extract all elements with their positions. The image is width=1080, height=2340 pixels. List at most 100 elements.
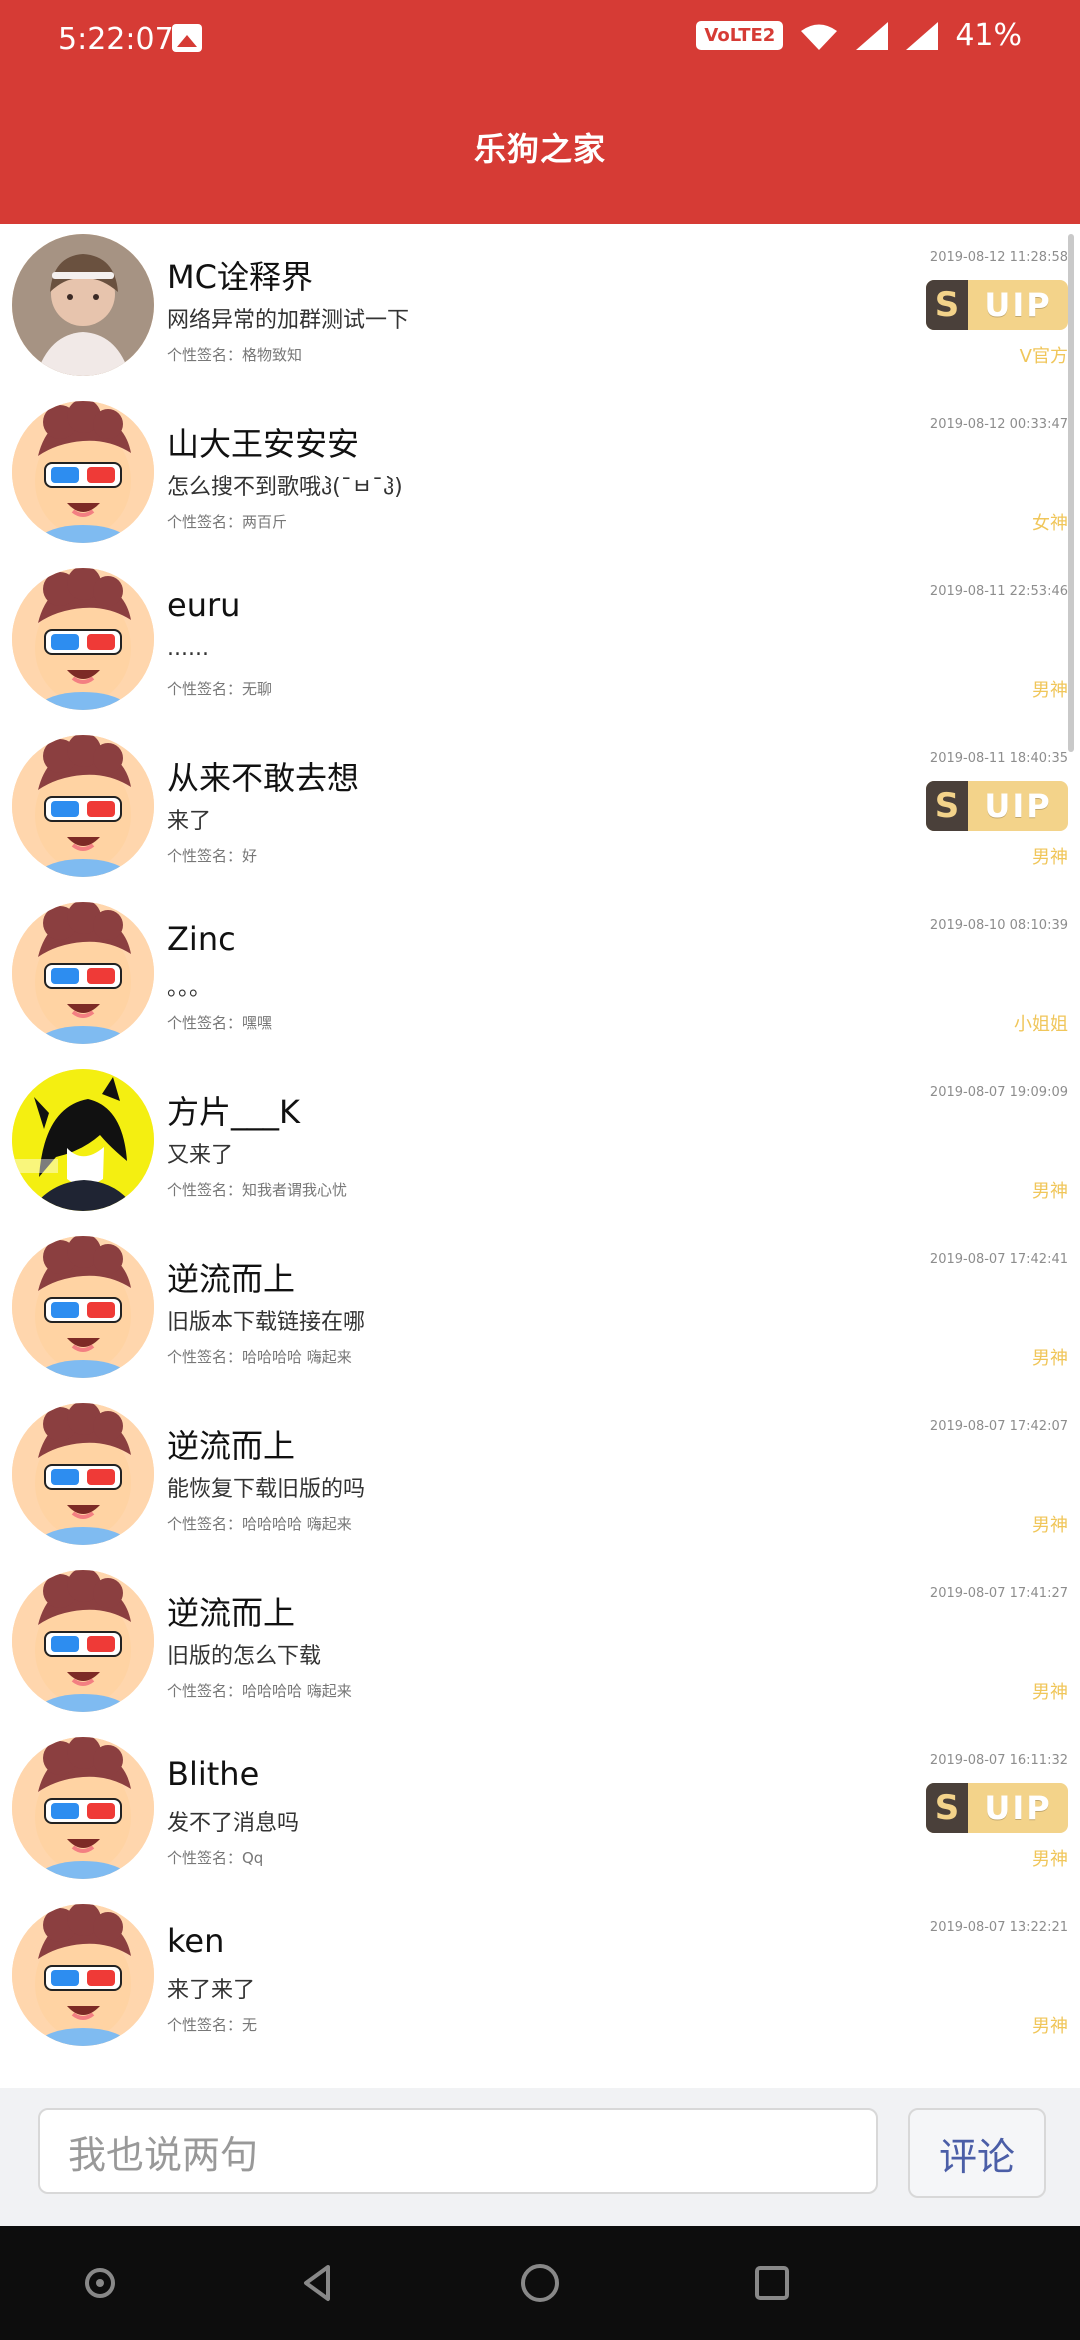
commenter-name: 逆流而上	[167, 1260, 296, 1298]
avatar[interactable]	[12, 1403, 154, 1545]
commenter-signature: 个性签名：无	[167, 2016, 258, 2034]
commenter-name: Zinc	[167, 920, 236, 958]
home-icon[interactable]	[516, 2259, 564, 2307]
avatar[interactable]	[12, 1069, 154, 1211]
comment-composer: 我也说两句 评论	[0, 2088, 1080, 2226]
scrollbar[interactable]	[1068, 234, 1074, 752]
recents-icon[interactable]	[748, 2259, 796, 2307]
commenter-signature: 个性签名：哈哈哈哈 嗨起来	[167, 1348, 352, 1366]
comment-row[interactable]: 从来不敢去想来了个性签名：好 2019-08-11 18:40:35 S UIP 男神	[0, 725, 1080, 892]
comment-row[interactable]: 逆流而上旧版本下载链接在哪个性签名：哈哈哈哈 嗨起来 2019-08-07 17:…	[0, 1226, 1080, 1393]
commenter-signature: 个性签名：Qq	[167, 1849, 264, 1867]
commenter-name: 山大王安安安	[167, 425, 360, 463]
comment-message: 来了来了	[167, 1978, 256, 2003]
navigation-bar	[0, 2226, 1080, 2340]
commenter-signature: 个性签名：哈哈哈哈 嗨起来	[167, 1515, 352, 1533]
comment-row[interactable]: 山大王安安安怎么搜不到歌哦ჰ(¯ㅂ¯ჰ) 个性签名：两百斤 2019-08-12 0…	[0, 391, 1080, 558]
commenter-signature: 个性签名：嘿嘿	[167, 1014, 273, 1032]
comment-row[interactable]: 方片___K 又来了个性签名：知我者谓我心忧 2019-08-07 19:09:09…	[0, 1059, 1080, 1226]
user-role-badge: 男神	[1032, 847, 1068, 868]
avatar[interactable]	[12, 902, 154, 1044]
comment-time: 2019-08-07 17:41:27	[929, 1586, 1068, 1601]
comment-message: 。。。	[167, 976, 212, 1001]
avatar[interactable]	[12, 1904, 154, 2046]
avatar[interactable]	[12, 1236, 154, 1378]
status-time: 5:22:07	[58, 22, 174, 57]
comment-row[interactable]: 逆流而上旧版的怎么下载个性签名：哈哈哈哈 嗨起来 2019-08-07 17:41…	[0, 1560, 1080, 1727]
comment-time: 2019-08-07 17:42:07	[929, 1419, 1068, 1434]
comment-message: 旧版本下载链接在哪	[167, 1310, 366, 1335]
comment-time: 2019-08-07 19:09:09	[929, 1085, 1068, 1100]
signal-icon-secondary	[905, 21, 939, 51]
commenter-name: Blithe	[167, 1755, 260, 1793]
comment-button[interactable]: 评论	[908, 2108, 1046, 2198]
app-bar: 乐狗之家	[0, 84, 1080, 224]
avatar[interactable]	[12, 735, 154, 877]
comment-time: 2019-08-07 17:42:41	[929, 1252, 1068, 1267]
avatar[interactable]	[12, 1737, 154, 1879]
photo-icon	[172, 24, 202, 52]
comment-time: 2019-08-07 13:22:21	[929, 1920, 1068, 1935]
avatar[interactable]	[12, 1570, 154, 1712]
commenter-signature: 个性签名：哈哈哈哈 嗨起来	[167, 1682, 352, 1700]
comment-message: 怎么搜不到歌哦ჰ(¯ㅂ¯ჰ)	[167, 475, 403, 500]
comment-time: 2019-08-12 11:28:58	[929, 250, 1068, 265]
commenter-name: ken	[167, 1922, 225, 1960]
comment-message: 网络异常的加群测试一下	[167, 308, 410, 333]
commenter-name: 逆流而上	[167, 1427, 296, 1465]
comment-row[interactable]: euru...... 个性签名：无聊 2019-08-11 22:53:46 男神	[0, 558, 1080, 725]
commenter-signature: 个性签名：两百斤	[167, 513, 288, 531]
battery-percent: 41%	[955, 18, 1022, 53]
commenter-signature: 个性签名：知我者谓我心忧	[167, 1181, 348, 1199]
partial-next-row	[0, 2061, 1080, 2067]
user-role-badge: 男神	[1032, 1181, 1068, 1202]
page-title: 乐狗之家	[473, 130, 606, 168]
back-icon[interactable]	[294, 2259, 342, 2307]
vip-label: UIP	[984, 1789, 1052, 1827]
commenter-signature: 个性签名：无聊	[167, 680, 273, 698]
vip-label: UIP	[984, 286, 1052, 324]
avatar[interactable]	[12, 401, 154, 543]
commenter-signature: 个性签名：格物致知	[167, 346, 303, 364]
vip-s-icon: S	[926, 280, 968, 330]
avatar[interactable]	[12, 568, 154, 710]
comment-message: 旧版的怎么下载	[167, 1644, 322, 1669]
vip-label: UIP	[984, 787, 1052, 825]
wifi-icon	[799, 21, 839, 51]
comment-list[interactable]: MC诠释界网络异常的加群测试一下个性签名：格物致知 2019-08-12 11:2…	[0, 224, 1080, 2086]
commenter-name: MC诠释界	[167, 258, 313, 296]
comment-time: 2019-08-12 00:33:47	[929, 417, 1068, 432]
vip-badge: S UIP	[926, 280, 1068, 330]
user-role-badge: V官方	[1019, 346, 1068, 367]
vip-badge: S UIP	[926, 1783, 1068, 1833]
comment-message: 来了	[167, 809, 212, 834]
comment-row[interactable]: MC诠释界网络异常的加群测试一下个性签名：格物致知 2019-08-12 11:2…	[0, 224, 1080, 391]
user-role-badge: 男神	[1032, 1849, 1068, 1870]
assistant-icon[interactable]	[76, 2259, 124, 2307]
status-bar: 5:22:07 VoLTE2 41%	[0, 0, 1080, 84]
commenter-name: 从来不敢去想	[167, 759, 360, 797]
commenter-name: 逆流而上	[167, 1594, 296, 1632]
commenter-signature: 个性签名：好	[167, 847, 258, 865]
comment-row[interactable]: ken 来了来了 个性签名：无 2019-08-07 13:22:21 男神	[0, 1894, 1080, 2061]
comment-time: 2019-08-10 08:10:39	[929, 918, 1068, 933]
status-icons: VoLTE2 41%	[696, 18, 1022, 53]
user-role-badge: 小姐姐	[1014, 1014, 1068, 1035]
comment-message: ......	[167, 636, 209, 661]
comment-time: 2019-08-11 18:40:35	[929, 751, 1068, 766]
comment-message: 又来了	[167, 1143, 234, 1168]
avatar[interactable]	[12, 234, 154, 376]
user-role-badge: 男神	[1032, 1682, 1068, 1703]
comment-input[interactable]: 我也说两句	[38, 2108, 878, 2194]
comment-row[interactable]: Zinc 。。。个性签名：嘿嘿 2019-08-10 08:10:39 小姐姐	[0, 892, 1080, 1059]
user-role-badge: 男神	[1032, 680, 1068, 701]
vip-s-icon: S	[926, 1783, 968, 1833]
comment-row[interactable]: Blithe 发不了消息吗个性签名：Qq 2019-08-07 16:11:32 S U…	[0, 1727, 1080, 1894]
comment-row[interactable]: 逆流而上能恢复下载旧版的吗个性签名：哈哈哈哈 嗨起来 2019-08-07 17:…	[0, 1393, 1080, 1560]
comment-message: 能恢复下载旧版的吗	[167, 1477, 366, 1502]
commenter-name: 方片___K	[167, 1093, 300, 1131]
vip-s-icon: S	[926, 781, 968, 831]
comment-message: 发不了消息吗	[167, 1811, 300, 1836]
comment-time: 2019-08-07 16:11:32	[929, 1753, 1068, 1768]
commenter-name: euru	[167, 586, 241, 624]
